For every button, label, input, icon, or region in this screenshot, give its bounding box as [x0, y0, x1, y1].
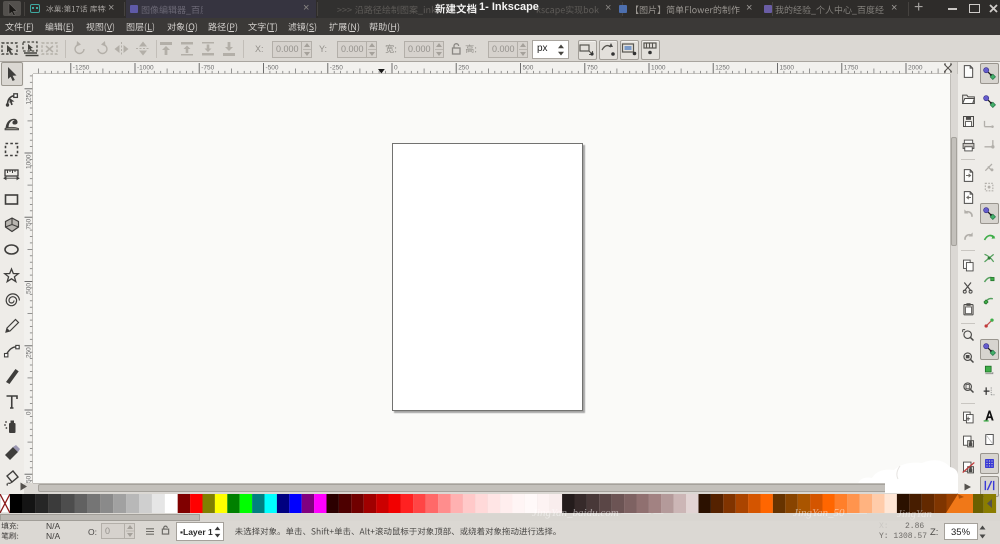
- svg-text:-1000: -1000: [137, 65, 154, 72]
- svg-text:500: 500: [523, 65, 534, 72]
- svg-text:1000: 1000: [26, 154, 33, 169]
- svg-text:1000: 1000: [651, 65, 666, 72]
- svg-text:1250: 1250: [26, 90, 33, 105]
- svg-text:0: 0: [26, 411, 33, 415]
- svg-text:-1250: -1250: [73, 65, 90, 72]
- svg-text:1500: 1500: [780, 65, 795, 72]
- svg-text:250: 250: [458, 65, 469, 72]
- svg-text:-250: -250: [330, 65, 343, 72]
- svg-text:-750: -750: [201, 65, 214, 72]
- svg-text:750: 750: [587, 65, 598, 72]
- svg-text:0: 0: [394, 65, 398, 72]
- svg-text:1750: 1750: [844, 65, 859, 72]
- svg-text:1250: 1250: [715, 65, 730, 72]
- svg-text:2000: 2000: [908, 65, 923, 72]
- svg-text:-500: -500: [266, 65, 279, 72]
